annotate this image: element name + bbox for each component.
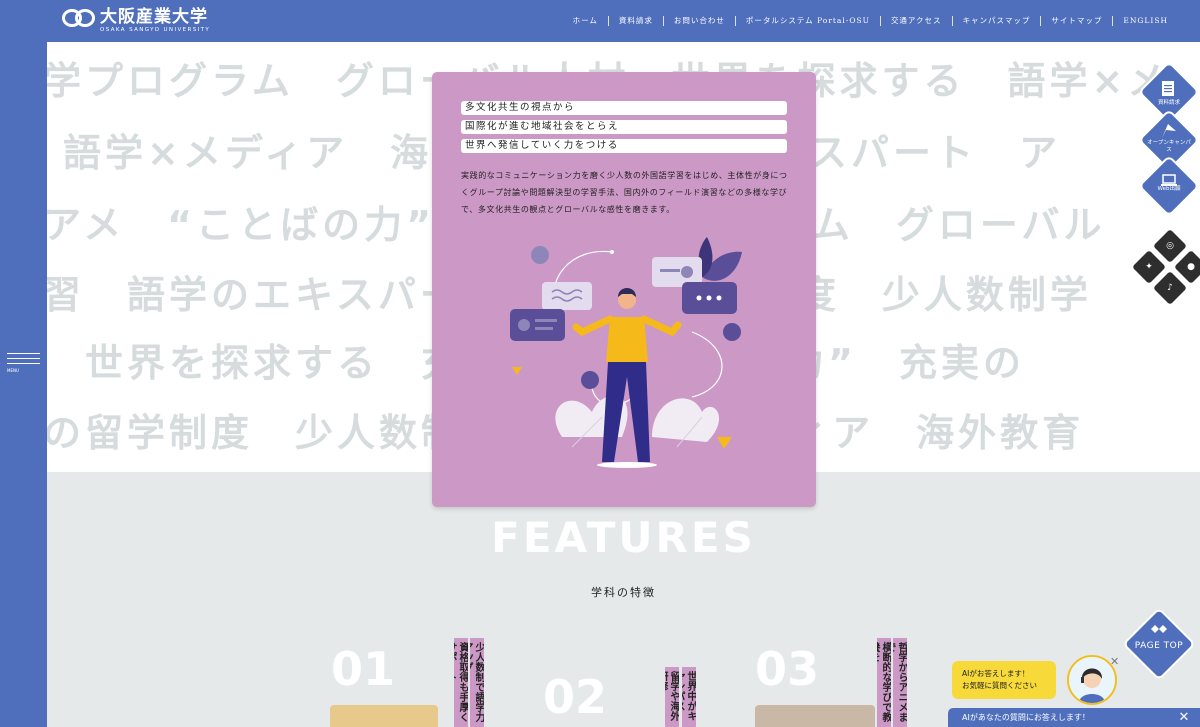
menu-line-icon xyxy=(7,358,40,359)
instagram-icon: ◎ xyxy=(1166,241,1174,251)
page-top-label: PAGE TOP xyxy=(1134,641,1184,651)
tiktok-icon: ♪ xyxy=(1167,283,1173,293)
feature-number-01: 01 xyxy=(331,642,396,696)
card-headline-3: 世界へ発信していく力をつける xyxy=(461,139,787,153)
nav-contact[interactable]: お問い合わせ xyxy=(664,15,735,26)
nav-sitemap[interactable]: サイトマップ xyxy=(1041,15,1112,26)
hamburger-menu-button[interactable]: MENU xyxy=(7,353,40,373)
ai-chat-close-icon[interactable]: ✕ xyxy=(1176,708,1192,727)
menu-line-icon xyxy=(7,353,40,354)
nav-campus-map[interactable]: キャンパスマップ xyxy=(953,15,1041,26)
features-subheading: 学科の特徴 xyxy=(591,586,656,599)
web-application-label: Web出願 xyxy=(1157,186,1181,192)
feature-tag: 資格取得も手厚くサポート xyxy=(454,638,468,727)
ai-chat-bar[interactable]: AIがあなたの質問にお答えします！ xyxy=(948,708,1200,727)
menu-label: MENU xyxy=(7,368,19,373)
nav-portal[interactable]: ポータルシステム Portal-OSU xyxy=(736,15,880,26)
department-intro-card: 多文化共生の視点から 国際化が進む地域社会をとらえ 世界へ発信していく力をつける… xyxy=(432,72,816,507)
document-icon xyxy=(1161,80,1175,101)
feature-tag: 哲学からアニメまで xyxy=(893,638,907,727)
university-logo[interactable]: 大阪産業大学 OSAKA SANGYO UNIVERSITY xyxy=(62,7,210,34)
ai-bubble-line2: お気軽に質問ください xyxy=(962,681,1037,690)
logo-name-jp: 大阪産業大学 xyxy=(100,7,208,27)
site-header: 大阪産業大学 OSAKA SANGYO UNIVERSITY ホーム 資料請求 … xyxy=(0,0,1200,42)
logo-mark-icon xyxy=(62,9,96,29)
logo-name-en: OSAKA SANGYO UNIVERSITY xyxy=(100,27,211,33)
line-icon: ● xyxy=(1187,262,1195,272)
communication-illustration xyxy=(510,237,742,468)
diamond-arrow-icon xyxy=(1150,623,1168,642)
feature-thumbnail[interactable] xyxy=(755,705,875,727)
card-headline-2: 国際化が進む地域社会をとらえ xyxy=(461,120,787,134)
request-materials-label: 資料請求 xyxy=(1157,100,1180,106)
twitter-icon: ✦ xyxy=(1145,262,1153,272)
feature-tag: 留学や海外研修 xyxy=(665,667,679,727)
feature-number-03: 03 xyxy=(755,642,820,696)
nav-home[interactable]: ホーム xyxy=(563,15,608,26)
menu-line-icon xyxy=(7,363,40,364)
features-heading: FEATURES xyxy=(491,513,756,562)
feature-tag: 少人数制で語学力アップ xyxy=(470,638,484,727)
side-menu-bar: MENU xyxy=(0,0,47,727)
global-nav: ホーム 資料請求 お問い合わせ ポータルシステム Portal-OSU 交通アク… xyxy=(563,15,1178,26)
nav-english[interactable]: ENGLISH xyxy=(1113,16,1178,25)
feature-tag: 横断的な学びで教養を xyxy=(877,638,891,727)
nav-request-materials[interactable]: 資料請求 xyxy=(609,15,663,26)
ai-bubble-line1: AIがお答えします！ xyxy=(962,669,1030,678)
ai-bubble-close-icon[interactable]: ✕ xyxy=(1110,656,1122,668)
feature-thumbnail[interactable] xyxy=(330,705,438,727)
open-campus-label: オープンキャンパス xyxy=(1147,140,1191,153)
feature-tag: 世界中がキャンパス xyxy=(682,667,696,727)
card-description: 実践的なコミュニケーション力を磨く少人数の外国語学習をはじめ、主体性が身につくグ… xyxy=(461,171,788,214)
feature-number-02: 02 xyxy=(543,670,608,724)
card-headline-1: 多文化共生の視点から xyxy=(461,101,787,115)
ai-chat-bubble[interactable]: AIがお答えします！ お気軽に質問ください xyxy=(952,661,1056,699)
nav-access[interactable]: 交通アクセス xyxy=(881,15,952,26)
